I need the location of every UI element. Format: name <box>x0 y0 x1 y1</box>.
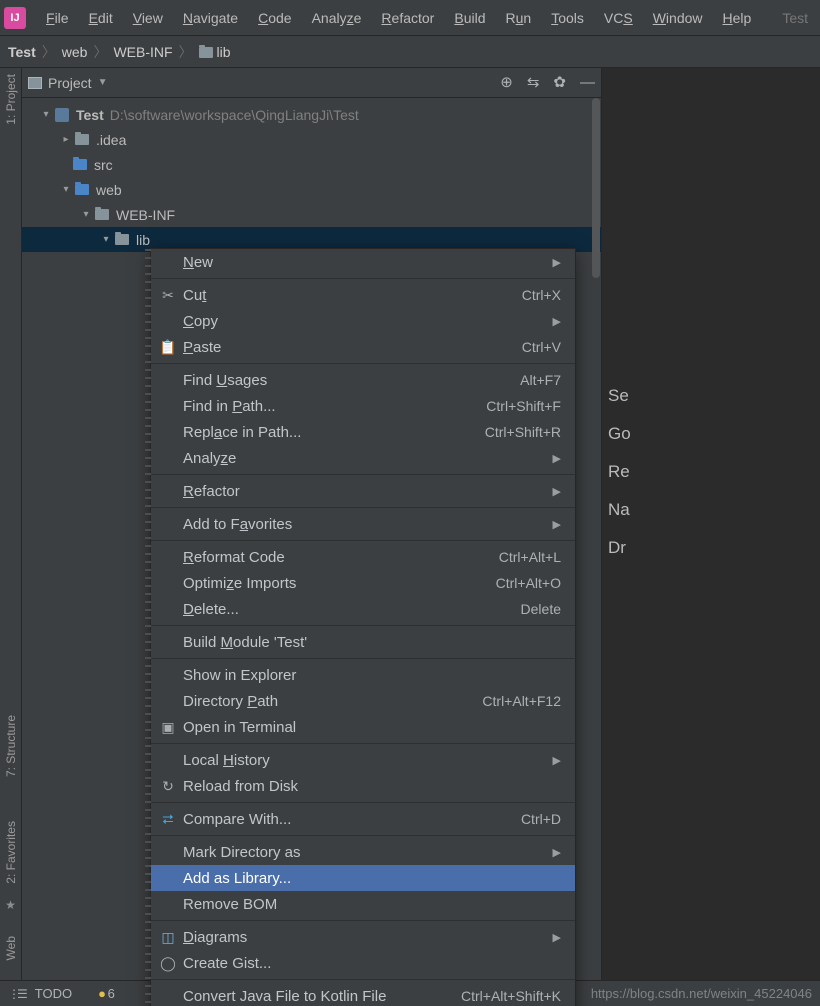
menu-run[interactable]: Run <box>496 6 542 30</box>
gutter-web[interactable]: Web <box>4 936 18 960</box>
hint: Re <box>602 462 820 482</box>
ctx-convert-kotlin[interactable]: Convert Java File to Kotlin FileCtrl+Alt… <box>151 983 575 1006</box>
star-icon <box>5 898 16 912</box>
folder-icon <box>115 234 129 245</box>
panel-tools: ⊕ ⇆ ✿ — <box>500 75 595 90</box>
folder-icon <box>75 134 89 145</box>
ctx-analyze[interactable]: Analyze▶ <box>151 445 575 471</box>
app-icon: IJ <box>4 7 26 29</box>
ctx-diagrams[interactable]: ◫Diagrams▶ <box>151 924 575 950</box>
ctx-mark-directory[interactable]: Mark Directory as▶ <box>151 839 575 865</box>
panel-title[interactable]: Project <box>48 75 92 91</box>
ctx-build-module[interactable]: Build Module 'Test' <box>151 629 575 655</box>
menu-refactor[interactable]: Refactor <box>371 6 444 30</box>
status-todo[interactable]: TODO <box>35 986 72 1001</box>
crumb-lib[interactable]: lib <box>199 44 231 60</box>
folder-icon <box>73 159 87 170</box>
menu-build[interactable]: Build <box>444 6 495 30</box>
menu-view[interactable]: View <box>123 6 173 30</box>
gear-icon[interactable]: ✿ <box>553 75 566 90</box>
ctx-find-usages[interactable]: Find UsagesAlt+F7 <box>151 367 575 393</box>
diagram-icon: ◫ <box>159 929 177 946</box>
crumb-sep-icon: 〉 <box>93 42 107 62</box>
compare-icon: ⮂ <box>159 811 177 828</box>
reload-icon: ↻ <box>159 778 177 795</box>
ctx-remove-bom[interactable]: Remove BOM <box>151 891 575 917</box>
web-folder-icon <box>75 184 89 195</box>
github-icon: ◯ <box>159 955 177 972</box>
editor-area: Se Go Re Na Dr <box>602 68 820 980</box>
ctx-create-gist[interactable]: ◯Create Gist... <box>151 950 575 976</box>
status-menu-icon[interactable] <box>8 986 25 1001</box>
ctx-refactor[interactable]: Refactor▶ <box>151 478 575 504</box>
paste-icon: 📋 <box>159 339 177 356</box>
ctx-replace-in-path[interactable]: Replace in Path...Ctrl+Shift+R <box>151 419 575 445</box>
ctx-cut[interactable]: ✂CutCtrl+X <box>151 282 575 308</box>
hide-icon[interactable]: — <box>580 75 595 90</box>
gutter-project[interactable]: 1: Project <box>4 74 18 125</box>
folder-icon <box>199 47 213 58</box>
ctx-directory-path[interactable]: Directory PathCtrl+Alt+F12 <box>151 688 575 714</box>
tree-row-idea[interactable]: ▸ .idea <box>22 127 601 152</box>
crumb-root[interactable]: Test <box>8 44 36 60</box>
breadcrumb-bar: Test 〉 web 〉 WEB-INF 〉 lib <box>0 36 820 68</box>
context-menu: New▶ ✂CutCtrl+X Copy▶ 📋PasteCtrl+V Find … <box>150 248 576 1006</box>
collapse-icon[interactable]: ⇆ <box>527 75 540 90</box>
ctx-compare-with[interactable]: ⮂Compare With...Ctrl+D <box>151 806 575 832</box>
ctx-open-terminal[interactable]: ▣Open in Terminal <box>151 714 575 740</box>
menubar: IJ File Edit View Navigate Code Analyze … <box>0 0 820 36</box>
panel-header: Project ▼ ⊕ ⇆ ✿ — <box>22 68 601 98</box>
ctx-paste[interactable]: 📋PasteCtrl+V <box>151 334 575 360</box>
crumb-webinf[interactable]: WEB-INF <box>113 44 172 60</box>
tree-row-root[interactable]: ▾ Test D:\software\workspace\QingLiangJi… <box>22 102 601 127</box>
hint: Go <box>602 424 820 444</box>
target-icon[interactable]: ⊕ <box>500 75 513 90</box>
menu-vcs[interactable]: VCS <box>594 6 643 30</box>
ctx-optimize-imports[interactable]: Optimize ImportsCtrl+Alt+O <box>151 570 575 596</box>
cut-icon: ✂ <box>159 287 177 304</box>
menu-code[interactable]: Code <box>248 6 301 30</box>
crumb-web[interactable]: web <box>62 44 88 60</box>
hint: Se <box>602 386 820 406</box>
ctx-show-explorer[interactable]: Show in Explorer <box>151 662 575 688</box>
ctx-local-history[interactable]: Local History▶ <box>151 747 575 773</box>
ctx-find-in-path[interactable]: Find in Path...Ctrl+Shift+F <box>151 393 575 419</box>
menu-help[interactable]: Help <box>713 6 762 30</box>
tool-gutter: 1: Project 7: Structure 2: Favorites Web <box>0 68 22 980</box>
tree-row-web[interactable]: ▾ web <box>22 177 601 202</box>
menu-edit[interactable]: Edit <box>79 6 123 30</box>
ctx-add-favorites[interactable]: Add to Favorites▶ <box>151 511 575 537</box>
gutter-favorites[interactable]: 2: Favorites <box>4 821 18 884</box>
menu-window[interactable]: Window <box>643 6 713 30</box>
crumb-sep-icon: 〉 <box>179 42 193 62</box>
warning-icon <box>98 986 104 1001</box>
ctx-copy[interactable]: Copy▶ <box>151 308 575 334</box>
menubar-trail: Test <box>782 10 816 26</box>
ctx-reload-disk[interactable]: ↻Reload from Disk <box>151 773 575 799</box>
chevron-down-icon[interactable]: ▼ <box>98 77 108 88</box>
tree-row-src[interactable]: src <box>22 152 601 177</box>
crumb-sep-icon: 〉 <box>42 42 56 62</box>
ctx-add-as-library[interactable]: Add as Library... <box>151 865 575 891</box>
status-url: https://blog.csdn.net/weixin_45224046 <box>591 986 812 1001</box>
ctx-delete[interactable]: Delete...Delete <box>151 596 575 622</box>
status-problem-count[interactable]: 6 <box>108 986 115 1001</box>
folder-icon <box>95 209 109 220</box>
menu-navigate[interactable]: Navigate <box>173 6 248 30</box>
hint: Na <box>602 500 820 520</box>
menu-tools[interactable]: Tools <box>541 6 594 30</box>
menu-file[interactable]: File <box>36 6 79 30</box>
ctx-new[interactable]: New▶ <box>151 249 575 275</box>
tree-row-webinf[interactable]: ▾ WEB-INF <box>22 202 601 227</box>
module-icon <box>55 108 69 122</box>
ctx-reformat[interactable]: Reformat CodeCtrl+Alt+L <box>151 544 575 570</box>
panel-icon <box>28 77 42 89</box>
gutter-structure[interactable]: 7: Structure <box>4 715 18 777</box>
hint: Dr <box>602 538 820 558</box>
terminal-icon: ▣ <box>159 719 177 736</box>
menu-analyze[interactable]: Analyze <box>302 6 372 30</box>
